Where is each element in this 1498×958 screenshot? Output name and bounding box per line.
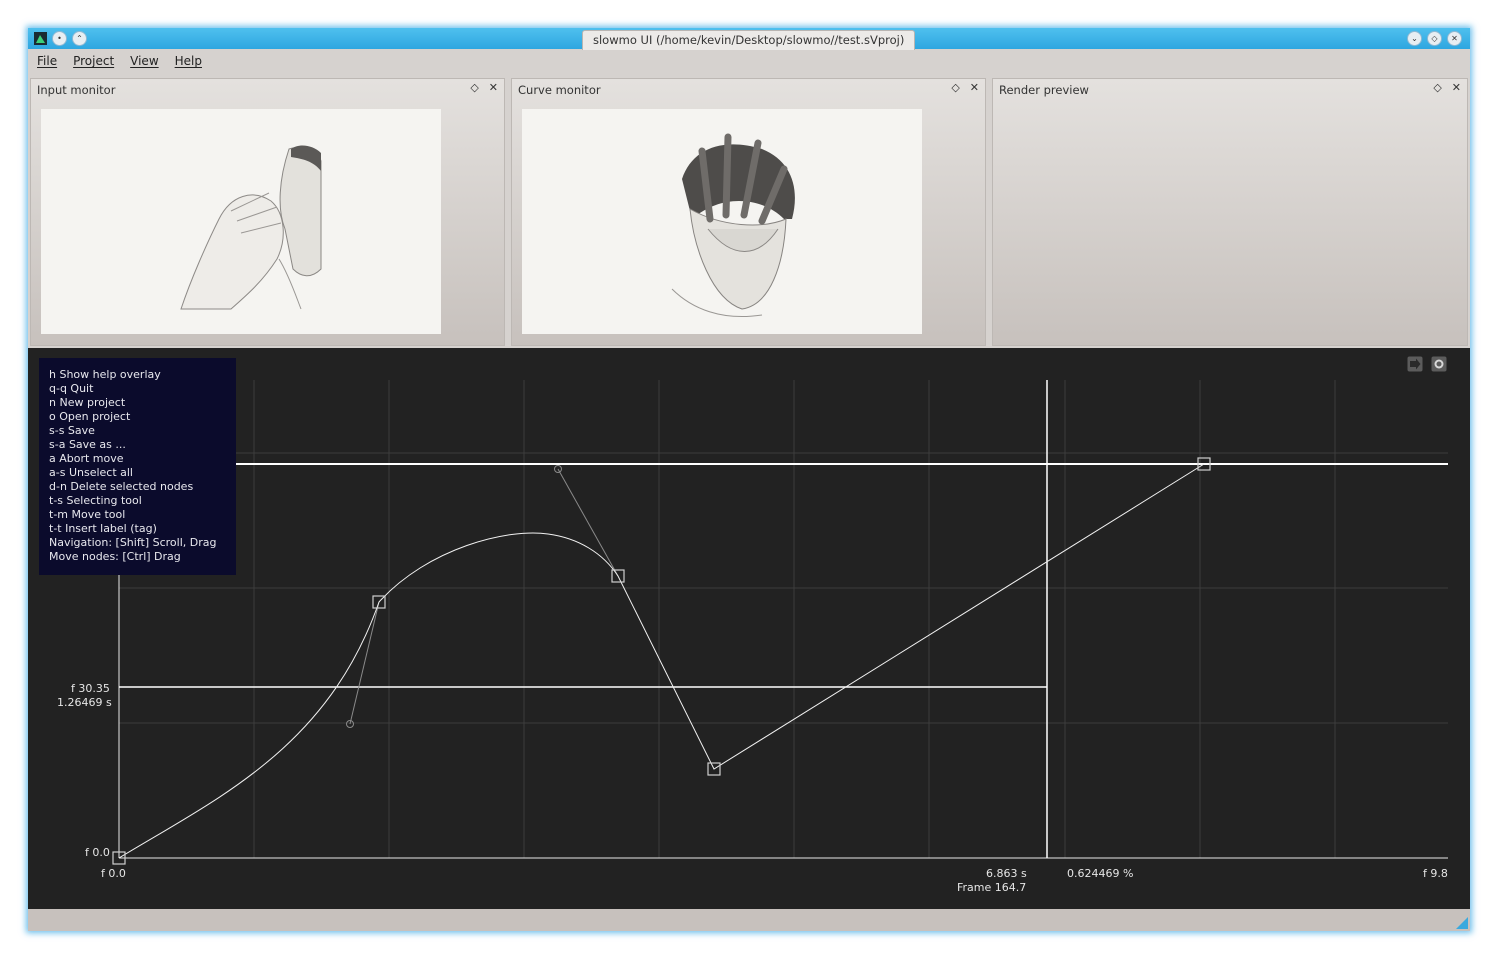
- help-line: h Show help overlay: [49, 368, 161, 381]
- help-line: Move nodes: [Ctrl] Drag: [49, 550, 181, 563]
- close-window-icon[interactable]: ✕: [1447, 31, 1462, 46]
- input-monitor-title: Input monitor: [37, 83, 116, 97]
- cursor-x-time-label: 6.863 s: [986, 867, 1027, 880]
- curve-frame-image: [522, 109, 922, 334]
- speed-curve: [118, 463, 1205, 859]
- help-line: o Open project: [49, 410, 131, 423]
- minimize-icon[interactable]: ⌄: [1407, 31, 1422, 46]
- help-line: Navigation: [Shift] Scroll, Drag: [49, 536, 217, 549]
- record-circle-icon[interactable]: [1431, 356, 1447, 372]
- help-line: s-a Save as ...: [49, 438, 126, 451]
- render-preview-dock: Render preview ◇ ✕: [992, 78, 1468, 346]
- close-dock-icon[interactable]: ✕: [970, 81, 979, 94]
- maximize-icon[interactable]: ◇: [1427, 31, 1442, 46]
- help-line: t-t Insert label (tag): [49, 522, 157, 535]
- help-line: d-n Delete selected nodes: [49, 480, 194, 493]
- menu-view[interactable]: View: [130, 54, 158, 68]
- help-overlay: h Show help overlay q-q Quit n New proje…: [39, 358, 236, 575]
- app-window: • ⌃ slowmo UI (/home/kevin/Desktop/slowm…: [28, 28, 1470, 931]
- cursor-time-label: 1.26469 s: [57, 696, 112, 709]
- float-dock-icon[interactable]: ◇: [470, 81, 478, 94]
- curve-graph[interactable]: [28, 348, 1470, 909]
- pin-icon[interactable]: •: [52, 31, 67, 46]
- curve-nodes: [112, 457, 1211, 865]
- help-line: n New project: [49, 396, 126, 409]
- render-arrow-icon[interactable]: [1407, 356, 1423, 372]
- menu-help[interactable]: Help: [175, 54, 202, 68]
- menu-project[interactable]: Project: [73, 54, 114, 68]
- menu-bar: File Project View Help: [28, 49, 1479, 73]
- curve-canvas[interactable]: f 30.35 1.26469 s f 0.0 f 0.0 6.863 s Fr…: [28, 348, 1470, 909]
- window-title: slowmo UI (/home/kevin/Desktop/slowmo//t…: [582, 30, 916, 50]
- y-origin-label: f 0.0: [85, 846, 110, 859]
- input-monitor-dock: Input monitor ◇ ✕: [30, 78, 505, 346]
- app-logo-icon: [34, 32, 47, 45]
- cursor-percent-label: 0.624469 %: [1067, 867, 1134, 880]
- help-line: q-q Quit: [49, 382, 94, 395]
- close-dock-icon[interactable]: ✕: [1452, 81, 1461, 94]
- cursor-frame-label: f 30.35: [71, 682, 110, 695]
- help-line: s-s Save: [49, 424, 95, 437]
- curve-monitor-title: Curve monitor: [518, 83, 601, 97]
- help-line: t-m Move tool: [49, 508, 126, 521]
- help-line: t-s Selecting tool: [49, 494, 142, 507]
- title-bar[interactable]: • ⌃ slowmo UI (/home/kevin/Desktop/slowm…: [28, 28, 1470, 50]
- curve-monitor-dock: Curve monitor ◇ ✕: [511, 78, 986, 346]
- resize-grip-icon[interactable]: [1456, 917, 1468, 929]
- render-preview-title: Render preview: [999, 83, 1089, 97]
- help-line: a Abort move: [49, 452, 124, 465]
- shade-icon[interactable]: ⌃: [72, 31, 87, 46]
- close-dock-icon[interactable]: ✕: [489, 81, 498, 94]
- x-end-label: f 9.8: [1423, 867, 1448, 880]
- grid-lines: [119, 380, 1448, 858]
- curve-handles: [346, 465, 619, 728]
- status-bar: [28, 909, 1470, 931]
- help-line: a-s Unselect all: [49, 466, 133, 479]
- x-origin-label: f 0.0: [101, 867, 126, 880]
- input-frame-image: [41, 109, 441, 334]
- menu-file[interactable]: File: [37, 54, 57, 68]
- float-dock-icon[interactable]: ◇: [1433, 81, 1441, 94]
- float-dock-icon[interactable]: ◇: [951, 81, 959, 94]
- cursor-x-frame-label: Frame 164.7: [957, 881, 1027, 894]
